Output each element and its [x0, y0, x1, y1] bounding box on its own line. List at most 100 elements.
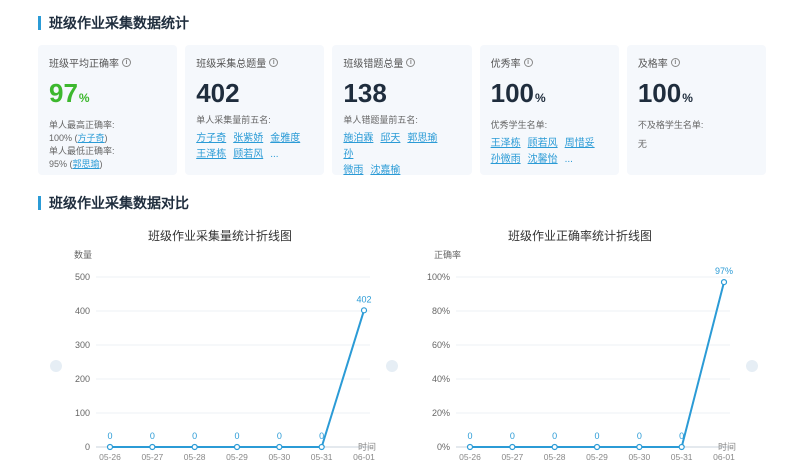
student-link[interactable]: 王泽栋: [196, 149, 226, 160]
data-point: [191, 443, 198, 451]
chart-svg: 班级作业采集量统计折线图数量 0 100 200 300 400 500 05-26 05-27…: [74, 228, 376, 462]
x-tick-label: 06-01: [713, 452, 735, 462]
x-tick-label: 05-27: [501, 452, 523, 462]
card-sub-label: 单人采集量前五名:: [196, 115, 271, 125]
card-value: 138: [343, 78, 387, 108]
student-link[interactable]: 方子奇: [196, 133, 226, 144]
y-tick-label: 400: [75, 306, 90, 316]
chart-title: 班级作业采集量统计折线图: [148, 228, 292, 243]
card-value: 402: [196, 78, 240, 108]
card-wrong-questions: 班级错题总量 i 138 单人错题量前五名: 施泊霖 邱天 郭思瑜孙微雨 沈嘉榆: [332, 45, 472, 176]
info-icon[interactable]: i: [269, 58, 279, 67]
x-tick-label: 05-29: [226, 452, 248, 462]
student-link[interactable]: 郭思瑜: [73, 159, 100, 169]
y-tick-label: 40%: [432, 374, 450, 384]
x-tick-label: 05-28: [184, 452, 206, 462]
student-link[interactable]: 邱天: [380, 133, 400, 144]
data-label: 0: [594, 431, 599, 441]
student-link[interactable]: 金雅度: [270, 133, 300, 144]
y-tick-label: 300: [75, 340, 90, 350]
card-label: 班级错题总量: [343, 59, 404, 70]
x-tick-label: 05-29: [586, 452, 608, 462]
data-point: [318, 443, 325, 451]
data-label: 0: [510, 431, 515, 441]
min-accuracy-label: 单人最低正确率:: [49, 146, 115, 156]
student-link[interactable]: 张紫娇: [233, 133, 263, 144]
x-tick-label: 05-30: [628, 452, 650, 462]
student-link[interactable]: 沈馨怡: [528, 154, 558, 165]
x-tick-label: 05-28: [544, 452, 566, 462]
x-tick-label: 05-31: [311, 452, 333, 462]
y-tick-label: 0%: [437, 442, 450, 452]
max-accuracy-value: 100% (方子奇): [49, 133, 108, 143]
data-point: [466, 443, 474, 451]
student-link[interactable]: 施泊霖: [343, 133, 373, 144]
data-point: [551, 443, 558, 451]
card-excellent-rate: 优秀率 i 100% 优秀学生名单: 王泽栋 顾若风 周惜妥 孙微雨 沈馨怡...: [479, 45, 619, 175]
series-line: [470, 281, 725, 448]
student-link[interactable]: 顾若风: [233, 149, 263, 160]
y-axis-label: 正确率: [434, 249, 461, 260]
more-link[interactable]: ...: [565, 154, 573, 165]
student-link[interactable]: 微雨: [343, 165, 363, 176]
data-point: [720, 278, 728, 286]
min-accuracy-value: 95% (郭思瑜): [49, 159, 103, 169]
data-point: [276, 443, 283, 451]
data-label: 0: [107, 431, 112, 441]
y-tick-label: 500: [75, 272, 90, 282]
card-label: 及格率: [637, 59, 668, 70]
stat-cards: 班级平均正确率 i 97% 单人最高正确率: 100% (方子奇) 单人最低正确…: [38, 45, 767, 176]
x-axis-label: 时间: [718, 441, 736, 452]
stats-section-title: 班级作业采集数据统计: [38, 16, 189, 30]
x-tick-label: 06-01: [353, 452, 375, 462]
data-label: 97%: [715, 266, 733, 276]
student-link[interactable]: 顾若风: [528, 138, 558, 149]
card-value: 100%: [637, 78, 693, 108]
y-axis-label: 数量: [74, 249, 92, 260]
y-tick-label: 100: [75, 408, 90, 418]
chart-svg: 班级作业正确率统计折线图正确率 0% 20% 40% 60% 80% 100% 05-26 05…: [427, 228, 736, 462]
data-label: 0: [552, 431, 557, 441]
student-link[interactable]: 沈嘉榆: [370, 165, 400, 176]
x-tick-label: 05-26: [459, 452, 481, 462]
card-label: 班级采集总题量: [196, 59, 267, 70]
student-names: 王泽栋 顾若风 周惜妥孙微雨 沈馨怡...: [491, 136, 608, 168]
accuracy-chart: 班级作业正确率统计折线图 正确率 0% 20% 40% 60% 80% 100% 05-26 05…: [420, 220, 760, 470]
max-accuracy-label: 单人最高正确率:: [49, 120, 115, 130]
student-link[interactable]: 郭思瑜: [407, 133, 437, 144]
data-point: [149, 443, 156, 451]
x-axis-label: 时间: [358, 441, 376, 452]
info-icon[interactable]: i: [122, 58, 131, 67]
info-icon[interactable]: i: [523, 58, 533, 67]
more-link[interactable]: ...: [270, 149, 278, 160]
data-point: [509, 443, 516, 451]
card-value: 97%: [49, 78, 90, 108]
card-sub-label: 单人错题量前五名:: [343, 115, 418, 125]
data-point: [106, 443, 114, 451]
student-link[interactable]: 王泽栋: [491, 138, 521, 149]
card-total-questions: 班级采集总题量 i 402 单人采集量前五名: 方子奇 张紫娇 金雅度王泽栋 顾若风.…: [185, 45, 325, 175]
card-pass-rate: 及格率 i 100% 不及格学生名单: 无: [626, 45, 767, 175]
data-label: 0: [319, 431, 324, 441]
info-icon[interactable]: i: [406, 58, 416, 67]
card-sub-label: 不及格学生名单:: [637, 120, 704, 130]
chart-title: 班级作业正确率统计折线图: [508, 228, 652, 243]
data-label: 0: [277, 431, 282, 441]
student-link[interactable]: 孙微雨: [491, 154, 521, 165]
student-link[interactable]: 周惜妥: [565, 138, 595, 149]
y-tick-label: 80%: [432, 306, 450, 316]
data-label: 402: [356, 294, 371, 304]
x-tick-label: 05-30: [268, 452, 290, 462]
x-tick-label: 05-31: [671, 452, 693, 462]
x-tick-label: 05-26: [99, 452, 121, 462]
student-names: 方子奇 张紫娇 金雅度王泽栋 顾若风...: [196, 131, 313, 163]
student-names: 施泊霖 邱天 郭思瑜孙微雨 沈嘉榆: [343, 131, 460, 179]
y-tick-label: 20%: [432, 408, 450, 418]
data-label: 0: [192, 431, 197, 441]
data-label: 0: [467, 431, 472, 441]
student-link[interactable]: 方子奇: [78, 133, 105, 143]
student-link[interactable]: 孙: [343, 149, 353, 160]
data-point: [678, 443, 685, 451]
info-icon[interactable]: i: [670, 58, 680, 67]
compare-section-title: 班级作业采集数据对比: [38, 196, 189, 210]
